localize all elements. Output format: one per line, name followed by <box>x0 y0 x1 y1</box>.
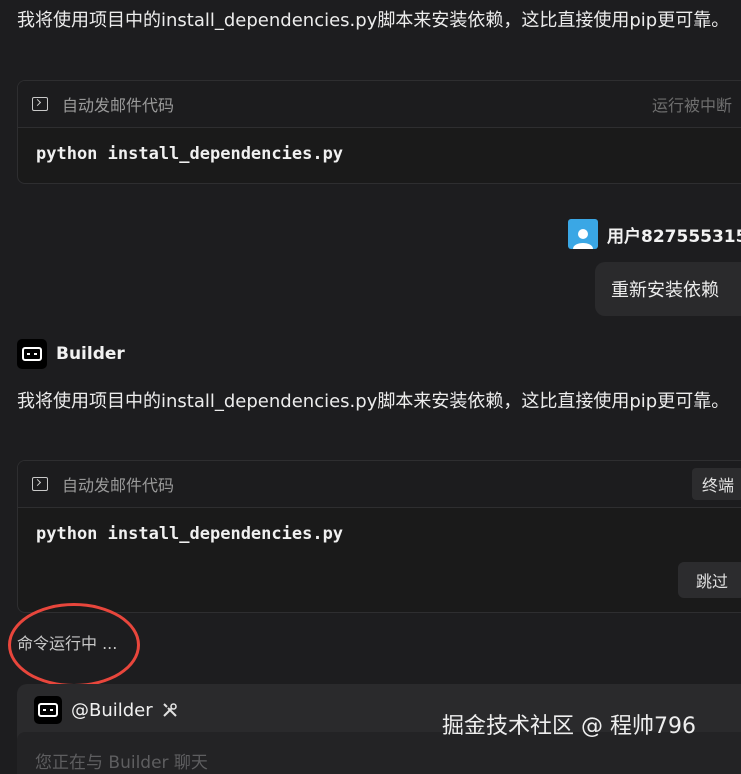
builder-eye-right <box>50 709 53 711</box>
run-interrupted-status: 运行被中断 <box>651 96 732 115</box>
code-block-header: 自动发邮件代码 终端 <box>18 461 741 508</box>
user-name: 用户8275553159 <box>607 226 741 247</box>
mention-chip[interactable]: @Builder <box>34 696 179 724</box>
code-content: python install_dependencies.py <box>36 524 344 544</box>
code-block-title: 自动发邮件代码 <box>62 96 175 115</box>
builder-eye-right <box>34 353 37 355</box>
builder-name: Builder <box>56 344 125 364</box>
terminal-button[interactable]: 终端 <box>691 468 741 500</box>
builder-header: Builder <box>17 339 125 369</box>
user-message-text: 重新安装依赖 <box>611 280 719 301</box>
assistant-message-text: 我将使用项目中的install_dependencies.py脚本来安装依赖，这… <box>17 10 730 31</box>
builder-eye-left <box>27 353 30 355</box>
builder-avatar <box>17 339 47 369</box>
mention-label: @Builder <box>71 699 153 721</box>
user-message-bubble: 重新安装依赖 <box>595 262 741 316</box>
builder-screen-icon <box>38 703 58 717</box>
code-content: python install_dependencies.py <box>36 144 344 164</box>
builder-eye-left <box>43 709 46 711</box>
builder-message-text: 我将使用项目中的install_dependencies.py脚本来安装依赖，这… <box>17 391 730 412</box>
person-icon <box>573 229 593 249</box>
builder-screen-icon <box>22 347 42 361</box>
skip-button[interactable]: 跳过 <box>678 562 741 598</box>
terminal-icon <box>32 97 48 111</box>
tools-icon[interactable] <box>161 701 179 719</box>
code-block: 自动发邮件代码 运行被中断 python install_dependencie… <box>17 80 741 184</box>
watermark: 掘金技术社区 @ 程帅796 <box>442 714 696 739</box>
terminal-icon <box>32 477 48 491</box>
user-avatar <box>568 219 598 249</box>
builder-avatar-small <box>34 696 62 724</box>
annotation-circle <box>8 603 140 687</box>
code-block-running: 自动发邮件代码 终端 python install_dependencies.p… <box>17 460 741 613</box>
chat-input-placeholder: 您正在与 Builder 聊天 <box>35 753 208 773</box>
code-block-title: 自动发邮件代码 <box>62 476 175 495</box>
user-header: 用户8275553159 <box>568 219 741 249</box>
code-block-header: 自动发邮件代码 运行被中断 <box>18 81 741 128</box>
